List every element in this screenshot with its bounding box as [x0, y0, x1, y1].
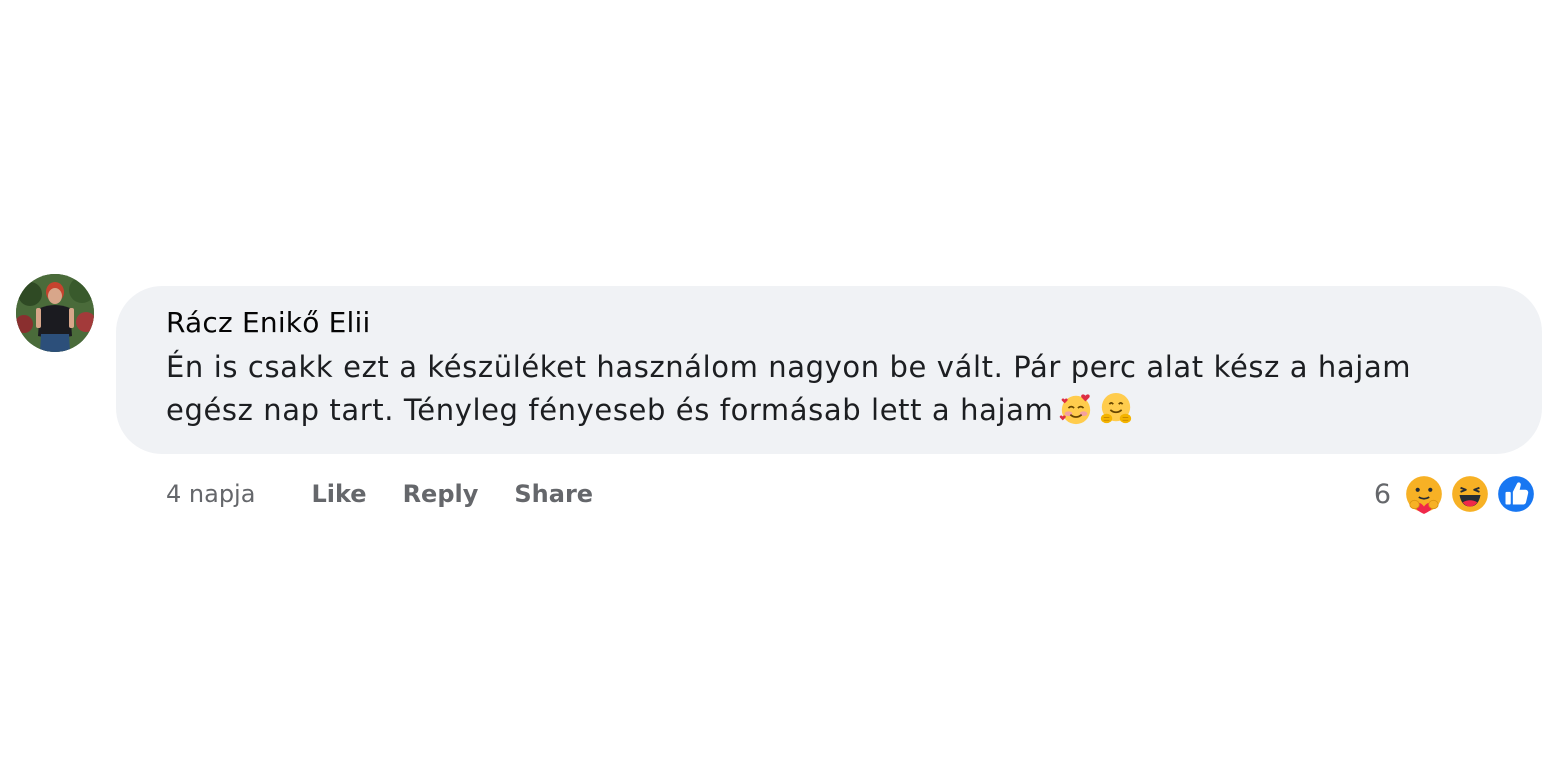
- share-button[interactable]: Share: [514, 480, 593, 508]
- comment-bubble: Rácz Enikő Elii Én is csakk ezt a készül…: [116, 286, 1542, 454]
- comment-text: Én is csakk ezt a készüléket használom n…: [166, 350, 1412, 427]
- reaction-count: 6: [1373, 478, 1391, 510]
- care-reaction-icon: [1404, 474, 1444, 514]
- like-button[interactable]: Like: [311, 480, 366, 508]
- comment-meta: 4 napja Like Reply Share: [166, 474, 629, 514]
- reply-button[interactable]: Reply: [403, 480, 479, 508]
- reaction-summary[interactable]: 6: [1374, 472, 1537, 516]
- haha-reaction-icon: [1450, 474, 1490, 514]
- comment-timestamp[interactable]: 4 napja: [166, 480, 255, 508]
- smiling-face-with-hearts-icon: [1060, 394, 1091, 425]
- comment: Rácz Enikő Elii Én is csakk ezt a készül…: [0, 0, 1561, 781]
- avatar-image: [16, 274, 94, 352]
- like-reaction-icon: [1496, 474, 1536, 514]
- comment-text-block: Én is csakk ezt a készüléket használom n…: [166, 346, 1476, 432]
- avatar[interactable]: [16, 274, 94, 352]
- hugging-face-icon: [1101, 392, 1132, 424]
- comment-author[interactable]: Rácz Enikő Elii: [166, 306, 370, 339]
